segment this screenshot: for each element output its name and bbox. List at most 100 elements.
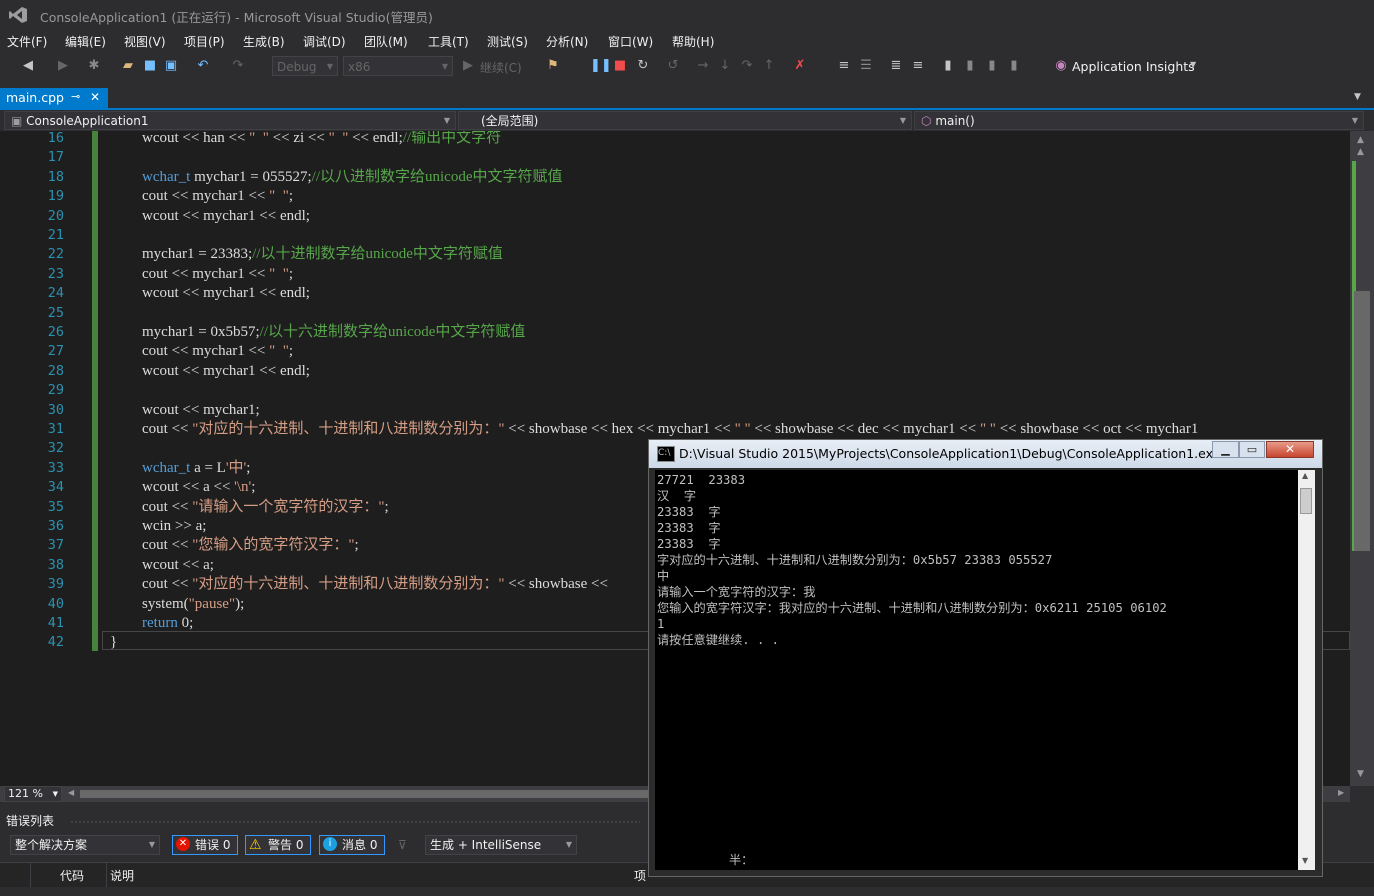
console-icon: C:\ (657, 446, 675, 462)
undo-icon[interactable]: ↶ (195, 58, 211, 74)
uncomment-icon[interactable]: ≡ (910, 58, 926, 74)
line-number: 21 (47, 227, 64, 243)
column-code[interactable]: 代码 (60, 867, 84, 884)
navigate-forward-icon[interactable]: ▶ (55, 58, 71, 74)
code-line: cout << mychar1 << " "; (142, 188, 294, 205)
solution-configuration-select[interactable]: Debug ▼ (272, 56, 338, 76)
column-project[interactable]: 项 (634, 867, 646, 884)
chevron-down-icon[interactable]: ▼ (1190, 60, 1196, 69)
code-line: wcin >> a; (142, 518, 207, 534)
restart-icon[interactable]: ↻ (635, 58, 651, 74)
menu-window[interactable]: 窗口(W) (608, 33, 653, 50)
code-line: wcout << mychar1; (142, 401, 260, 418)
continue-button[interactable]: 继续(C) (480, 59, 522, 76)
application-insights-button[interactable]: Application Insights (1072, 59, 1195, 74)
messages-filter-button[interactable]: i 消息 0 (319, 835, 385, 855)
menu-build[interactable]: 生成(B) (243, 33, 285, 50)
clear-bookmarks-icon[interactable]: ▮ (1006, 58, 1022, 74)
bookmark-icon[interactable]: ▮ (940, 58, 956, 74)
format-icon[interactable]: ≡ (836, 58, 852, 74)
scroll-thumb[interactable] (1354, 291, 1370, 551)
code-line: wcout << mychar1 << endl; (142, 362, 310, 379)
menu-team[interactable]: 团队(M) (364, 33, 408, 50)
line-number: 26 (47, 324, 64, 340)
minimize-button[interactable]: ▁ (1212, 441, 1239, 458)
scroll-right-icon[interactable]: ▶ (1338, 788, 1344, 797)
filter-icon[interactable]: ⊽ (398, 838, 407, 852)
error-source-select[interactable]: 生成 + IntelliSense ▼ (425, 835, 577, 855)
step-over-icon[interactable]: ↓ (717, 58, 733, 74)
menu-help[interactable]: 帮助(H) (672, 33, 714, 50)
scroll-thumb[interactable] (1300, 488, 1312, 514)
navigate-back-icon[interactable]: ◀ (20, 58, 36, 74)
console-scrollbar[interactable]: ▲ ▼ (1298, 470, 1315, 870)
warnings-filter-button[interactable]: ⚠ 警告 0 (245, 835, 311, 855)
column-description[interactable]: 说明 (110, 867, 134, 884)
scope-select[interactable]: (全局范围) ▼ (458, 111, 912, 130)
line-number: 30 (47, 401, 64, 418)
break-all-icon[interactable]: ❚❚ (590, 58, 612, 74)
window-title: ConsoleApplication1 (正在运行) - Microsoft V… (40, 10, 433, 25)
scroll-left-icon[interactable]: ◀ (68, 788, 74, 797)
console-window[interactable]: C:\ D:\Visual Studio 2015\MyProjects\Con… (648, 439, 1323, 877)
close-icon[interactable]: ✕ (90, 90, 100, 104)
horizontal-scroll-thumb[interactable] (80, 790, 650, 798)
menu-view[interactable]: 视图(V) (124, 33, 166, 50)
save-icon[interactable]: ■ (142, 58, 158, 74)
code-line: cout << mychar1 << " "; (142, 343, 294, 360)
project-select[interactable]: ▣ ConsoleApplication1 ▼ (4, 111, 456, 130)
solution-platform-select[interactable]: x86 ▼ (343, 56, 453, 76)
save-all-icon[interactable]: ▣ (163, 58, 179, 74)
new-project-icon[interactable]: ✱ (86, 58, 102, 74)
zoom-select[interactable]: 121 % ▼ (4, 786, 62, 802)
code-line: wcout << a << '\n'; (142, 479, 256, 496)
prev-bookmark-icon[interactable]: ▮ (962, 58, 978, 74)
redo-icon[interactable]: ↷ (230, 58, 246, 74)
visual-studio-logo-icon (9, 7, 27, 23)
show-next-statement-icon[interactable]: ↺ (665, 58, 681, 74)
menu-analyze[interactable]: 分析(N) (546, 33, 588, 50)
scroll-up-icon[interactable]: ▲ (1302, 471, 1308, 480)
console-line: 23383 字 (657, 505, 721, 519)
open-file-icon[interactable]: ▰ (120, 58, 136, 74)
tab-main-cpp[interactable]: main.cpp ⊸ ✕ (0, 88, 108, 108)
menu-debug[interactable]: 调试(D) (303, 33, 346, 50)
lightbulb-icon[interactable]: ◉ (1053, 58, 1069, 74)
menu-tools[interactable]: 工具(T) (428, 33, 469, 50)
stop-debugging-icon[interactable]: ■ (612, 58, 628, 74)
console-line: 23383 字 (657, 521, 721, 535)
menu-file[interactable]: 文件(F) (7, 33, 47, 50)
errors-filter-button[interactable]: ✕ 错误 0 (172, 835, 238, 855)
line-number: 27 (47, 343, 64, 360)
comment-icon[interactable]: ≣ (888, 58, 904, 74)
menu-project[interactable]: 项目(P) (184, 33, 225, 50)
scroll-down-icon[interactable]: ▼ (1357, 769, 1364, 779)
breakpoints-icon[interactable]: ✗ (792, 58, 808, 74)
maximize-button[interactable]: ▭ (1239, 441, 1265, 458)
line-number: 22 (47, 246, 64, 263)
scroll-up-icon[interactable]: ▲ (1357, 135, 1364, 145)
menu-test[interactable]: 测试(S) (487, 33, 528, 50)
line-number: 42 (47, 634, 64, 651)
menu-edit[interactable]: 编辑(E) (65, 33, 106, 50)
next-bookmark-icon[interactable]: ▮ (984, 58, 1000, 74)
step-out-icon[interactable]: ↷ (739, 58, 755, 74)
function-icon: ⬡ (921, 114, 932, 128)
editor-vertical-scrollbar[interactable]: ▲ ▲ ▼ (1350, 131, 1374, 786)
pin-icon[interactable]: ⊸ (71, 90, 80, 103)
member-select[interactable]: ⬡ main() ▼ (914, 111, 1364, 130)
error-scope-select[interactable]: 整个解决方案 ▼ (10, 835, 160, 855)
step-up-icon[interactable]: ↑ (761, 58, 777, 74)
outdent-icon[interactable]: ☰ (858, 58, 874, 74)
attach-icon[interactable]: ⚑ (545, 58, 561, 74)
scroll-down-icon[interactable]: ▼ (1302, 856, 1308, 865)
change-tracking-bar (92, 131, 98, 651)
tab-list-chevron-icon[interactable]: ▼ (1354, 92, 1361, 102)
continue-icon[interactable]: ▶ (460, 58, 476, 74)
console-title-bar[interactable]: C:\ D:\Visual Studio 2015\MyProjects\Con… (649, 440, 1322, 468)
scroll-top-icon[interactable]: ▲ (1357, 147, 1364, 157)
chevron-down-icon: ▼ (899, 116, 906, 125)
console-output[interactable]: 27721 23383 汉 字 23383 字 23383 字 23383 字 … (655, 470, 1298, 870)
close-button[interactable]: ✕ (1266, 441, 1314, 458)
step-into-icon[interactable]: → (695, 58, 711, 74)
